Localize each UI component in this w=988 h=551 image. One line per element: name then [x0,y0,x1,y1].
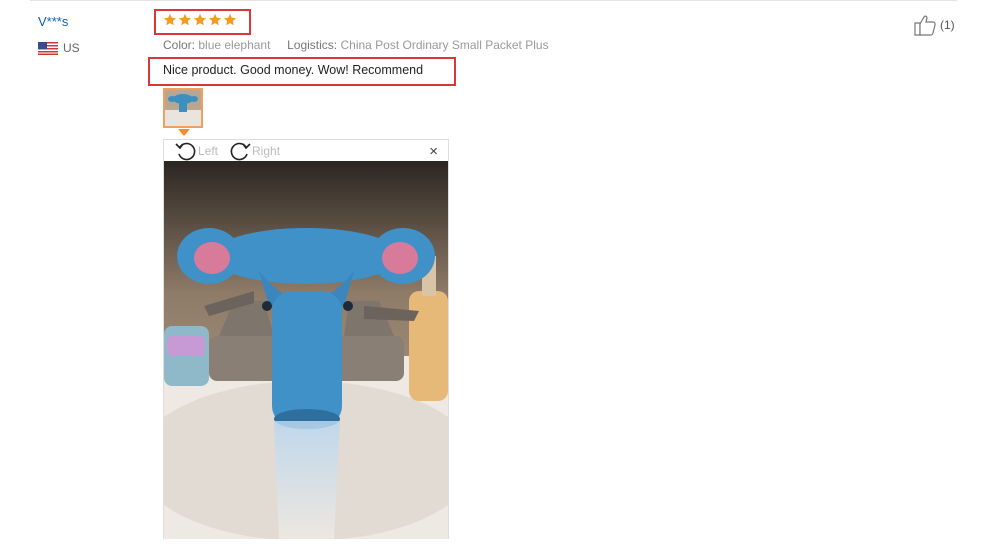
star-rating [163,13,237,27]
review-photo-large [164,161,448,539]
thumbnail-selected-indicator [178,129,190,136]
photo-viewer: Left Right × [163,139,449,539]
review-text: Nice product. Good money. Wow! Recommend [163,63,424,77]
reviewer-country: US [38,41,80,55]
close-icon[interactable]: × [429,143,438,160]
rotate-right-label: Right [252,144,281,158]
rotate-left-label: Left [198,144,219,158]
review-photo-thumbnail[interactable] [163,88,203,128]
star-icon [223,13,237,27]
logistics-label: Logistics: [287,38,338,52]
rotate-left-icon [175,142,196,161]
color-label: Color: [163,38,196,52]
viewer-toolbar: Left Right × [164,140,448,162]
star-icon [178,13,192,27]
us-flag-icon [38,41,58,55]
country-code: US [63,41,80,55]
helpful-button[interactable]: (1) [913,14,955,36]
star-icon [163,13,177,27]
rotate-right-button[interactable]: Right [228,141,280,161]
review-attributes: Color: blue elephant Logistics: China Po… [163,38,549,52]
logistics-value: China Post Ordinary Small Packet Plus [340,38,549,52]
rotate-left-button[interactable]: Left [174,141,218,161]
rotate-right-icon [230,142,251,161]
star-icon [193,13,207,27]
reviewer-name[interactable]: V***s [38,14,68,29]
thumbs-up-icon [913,14,937,36]
color-value: blue elephant [198,38,271,52]
helpful-count: (1) [940,18,955,32]
divider [30,0,957,1]
star-icon [208,13,222,27]
